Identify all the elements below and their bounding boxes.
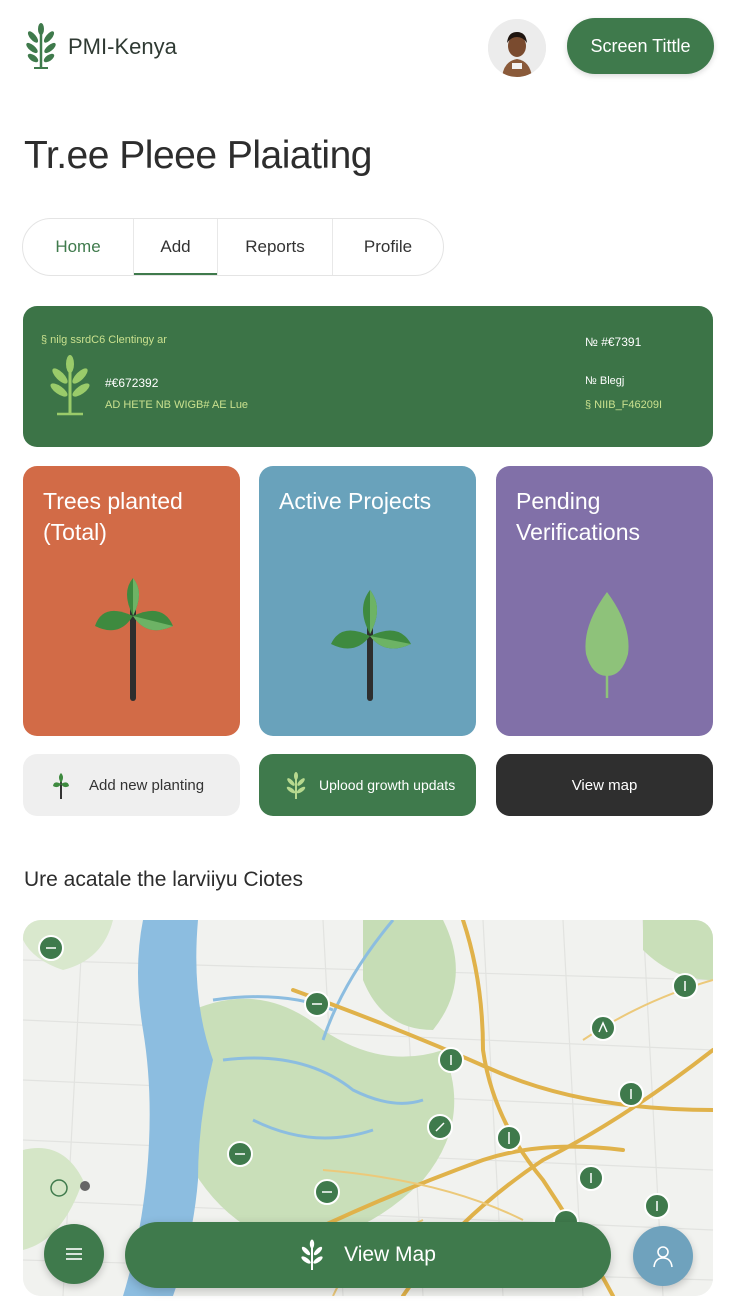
menu-button[interactable] <box>44 1224 104 1284</box>
tab-bar: Home Add Reports Profile <box>22 218 444 276</box>
trees-planted-card[interactable]: Trees planted (Total) <box>23 466 240 736</box>
view-map-small-button[interactable]: View map <box>496 754 713 816</box>
tab-profile[interactable]: Profile <box>333 219 443 275</box>
button-label: View Map <box>344 1243 436 1266</box>
upload-growth-updates-button[interactable]: Uplood growth updats <box>259 754 476 816</box>
banner-code: #€672392 <box>105 376 159 390</box>
screen-title-button[interactable]: Screen Tittle <box>567 18 714 74</box>
banner-subtext: AD HETE NB WIGB# AE Lue <box>105 399 249 411</box>
tree-icon <box>286 772 306 799</box>
page-title: Tr.ee Pleee Plaiating <box>24 134 372 177</box>
brand-name: PMI-Kenya <box>68 34 177 59</box>
card-label: Trees planted (Total) <box>43 488 183 545</box>
sapling-icon <box>50 355 90 416</box>
tree-logo-icon <box>26 23 56 69</box>
banner-right-name: № Blegj <box>585 375 625 387</box>
info-banner: § nilg ssrdC6 Clentingy ar #€672392 AD H… <box>23 306 713 447</box>
banner-right-code: § NIIB_F46209I <box>585 399 663 411</box>
active-projects-card[interactable]: Active Projects <box>259 466 476 736</box>
button-label: Uplood growth updats <box>319 777 456 793</box>
avatar[interactable] <box>488 19 546 77</box>
button-label: Add new planting <box>89 776 205 794</box>
tab-reports[interactable]: Reports <box>218 219 333 275</box>
pending-verifications-card[interactable]: Pending Verifications <box>496 466 713 736</box>
tree-icon <box>301 1239 323 1270</box>
menu-icon <box>66 1248 82 1260</box>
card-label: Active Projects <box>279 488 432 514</box>
sapling-icon <box>53 773 69 799</box>
user-avatar-icon <box>488 19 546 77</box>
view-map-button[interactable]: View Map <box>125 1222 611 1288</box>
tab-home[interactable]: Home <box>23 219 134 275</box>
profile-button[interactable] <box>633 1226 693 1286</box>
banner-right-id: № #€7391 <box>585 335 642 349</box>
user-icon <box>653 1246 673 1268</box>
card-label: Pending Verifications <box>516 488 641 545</box>
add-new-planting-button[interactable]: Add new planting <box>23 754 240 816</box>
app-header: PMI-Kenya Screen Tittle <box>0 0 736 96</box>
banner-caption: § nilg ssrdC6 Clentingy ar <box>41 334 167 346</box>
section-title: Ure acatale the larviiyu Ciotes <box>24 868 303 891</box>
button-label: View map <box>571 776 638 794</box>
tab-add[interactable]: Add <box>134 219 218 275</box>
